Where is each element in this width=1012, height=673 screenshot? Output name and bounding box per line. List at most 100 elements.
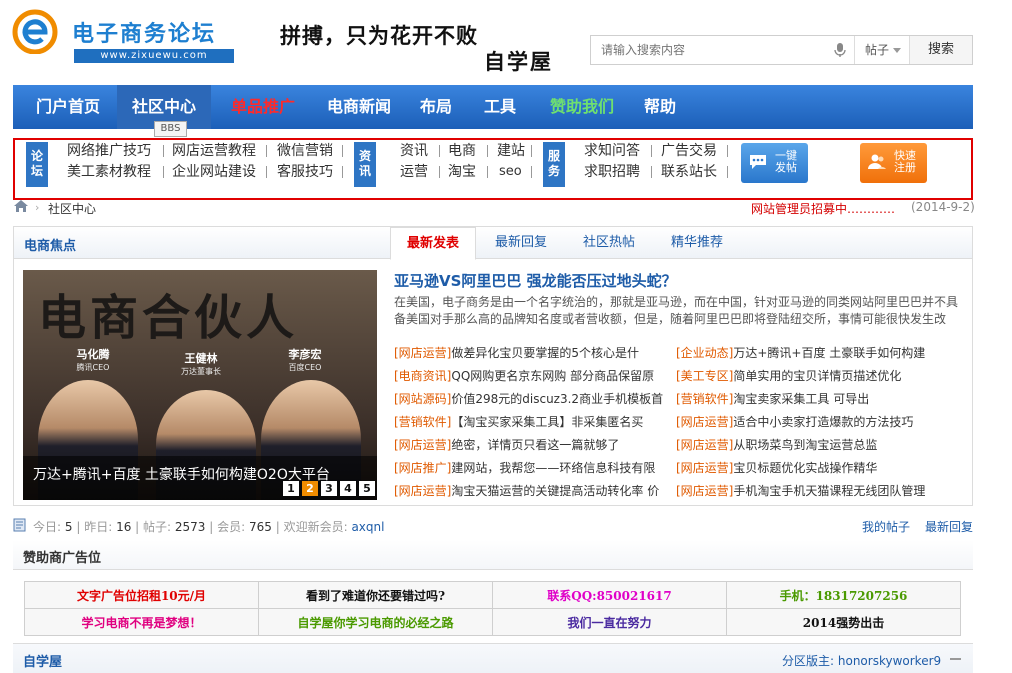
news-category[interactable]: [网店运营] (676, 438, 733, 452)
news-item[interactable]: [电商资讯]QQ网购更名京东网购 部分商品保留原 (394, 368, 654, 384)
news-category[interactable]: [网店运营] (394, 484, 451, 498)
news-title[interactable]: 价值298元的discuz3.2商业手机模板首 (451, 392, 663, 406)
ad-text[interactable]: 联系QQ:850021617 (547, 589, 671, 603)
news-category[interactable]: [网站源码] (394, 392, 451, 406)
tab-latest-replies[interactable]: 最新回复 (478, 227, 564, 260)
slide-page-1[interactable]: 1 (283, 481, 299, 496)
breadcrumb-current[interactable]: 社区中心 (48, 200, 96, 217)
news-category[interactable]: [电商资讯] (394, 369, 451, 383)
news-title[interactable]: 万达+腾讯+百度 土豪联手如何构建 (733, 346, 925, 360)
ad-text[interactable]: 2014强势出击 (803, 616, 884, 630)
news-title[interactable]: 宝贝标题优化实战操作精华 (733, 461, 877, 475)
news-category[interactable]: [网店推广] (394, 461, 451, 475)
search-input[interactable] (591, 36, 831, 64)
nav-item-help[interactable]: 帮助 (633, 85, 687, 129)
quick-link-forum-2[interactable]: 网店运营教程 (172, 143, 256, 159)
ad-text[interactable]: 我们一直在努力 (567, 616, 651, 630)
news-item[interactable]: [企业动态]万达+腾讯+百度 土豪联手如何构建 (676, 345, 925, 361)
quick-link-info-3[interactable]: 建站 (497, 143, 525, 159)
tab-latest-posts[interactable]: 最新发表 (390, 227, 476, 260)
ad-cell[interactable]: 2014强势出击 (726, 608, 961, 636)
news-title[interactable]: 绝密，详情页只看这一篇就够了 (451, 438, 619, 452)
quick-link-service-3[interactable]: 求职招聘 (584, 164, 640, 180)
quick-link-service-2[interactable]: 广告交易 (661, 143, 717, 159)
moderator-link[interactable]: honorskyworker9 (838, 654, 941, 668)
news-item[interactable]: [营销软件]【淘宝买家采集工具】非采集匿名买 (394, 414, 643, 430)
quick-link-info-6[interactable]: seo (499, 164, 522, 180)
ad-cell[interactable]: 学习电商不再是梦想！ (24, 608, 259, 636)
quick-register-button[interactable]: 快速注册 (860, 143, 927, 183)
news-item[interactable]: [网店运营]做差异化宝贝要掌握的5个核心是什 (394, 345, 639, 361)
news-item[interactable]: [网店运营]淘宝天猫运营的关键提高活动转化率 价 (394, 483, 659, 499)
slide-page-5[interactable]: 5 (359, 481, 375, 496)
news-category[interactable]: [网店运营] (676, 461, 733, 475)
news-category[interactable]: [网店运营] (676, 484, 733, 498)
nav-item-layout[interactable]: 布局 (409, 85, 463, 129)
quick-link-forum-3[interactable]: 微信营销 (277, 143, 333, 159)
search-type-select[interactable]: 帖子 (854, 36, 909, 64)
news-category[interactable]: [美工专区] (676, 369, 733, 383)
quick-link-info-4[interactable]: 运营 (400, 164, 428, 180)
collapse-icon[interactable] (950, 658, 961, 660)
home-icon[interactable] (13, 199, 29, 213)
ad-cell[interactable]: 我们一直在努力 (492, 608, 727, 636)
news-item[interactable]: [网店运营]绝密，详情页只看这一篇就够了 (394, 437, 619, 453)
slide-page-3[interactable]: 3 (321, 481, 337, 496)
ad-cell[interactable]: 看到了难道你还要错过吗? (258, 581, 493, 609)
news-item[interactable]: [美工专区]简单实用的宝贝详情页描述优化 (676, 368, 901, 384)
quick-link-forum-6[interactable]: 客服技巧 (277, 164, 333, 180)
news-title[interactable]: 做差异化宝贝要掌握的5个核心是什 (451, 346, 639, 360)
ad-cell[interactable]: 自学屋你学习电商的必经之路 (258, 608, 493, 636)
ad-text[interactable]: 自学屋你学习电商的必经之路 (297, 616, 453, 630)
ad-text[interactable]: 学习电商不再是梦想！ (81, 616, 201, 630)
news-title[interactable]: 淘宝天猫运营的关键提高活动转化率 价 (451, 484, 659, 498)
notice-link[interactable]: 网站管理员招募中………… (751, 200, 895, 217)
news-item[interactable]: [网站源码]价值298元的discuz3.2商业手机模板首 (394, 391, 663, 407)
news-title[interactable]: 从职场菜鸟到淘宝运营总监 (733, 438, 877, 452)
news-item[interactable]: [网店推广]建网站，我帮您——环络信息科技有限 (394, 460, 655, 476)
slide-page-4[interactable]: 4 (340, 481, 356, 496)
nav-item-portal[interactable]: 门户首页 (25, 85, 111, 129)
quick-link-forum-5[interactable]: 企业网站建设 (172, 164, 256, 180)
nav-item-ecom-news[interactable]: 电商新闻 (314, 85, 404, 129)
ad-text[interactable]: 文字广告位招租10元/月 (77, 589, 206, 603)
news-title[interactable]: 淘宝卖家采集工具 可导出 (733, 392, 869, 406)
news-item[interactable]: [营销软件]淘宝卖家采集工具 可导出 (676, 391, 869, 407)
news-category[interactable]: [企业动态] (676, 346, 733, 360)
quick-post-button[interactable]: 一键发帖 (741, 143, 808, 183)
quick-link-info-1[interactable]: 资讯 (400, 143, 428, 159)
microphone-icon[interactable] (833, 42, 847, 58)
news-category[interactable]: [营销软件] (676, 392, 733, 406)
news-item[interactable]: [网店运营]适合中小卖家打造爆款的方法技巧 (676, 414, 913, 430)
tab-featured[interactable]: 精华推荐 (654, 227, 740, 260)
quick-link-service-1[interactable]: 求知问答 (584, 143, 640, 159)
slide-page-2[interactable]: 2 (302, 481, 318, 496)
new-member-link[interactable]: axqnl (351, 520, 384, 534)
nav-item-product-promo[interactable]: 单品推广 (218, 85, 308, 129)
news-item[interactable]: [网店运营]宝贝标题优化实战操作精华 (676, 460, 877, 476)
ad-cell[interactable]: 手机：18317207256 (726, 581, 961, 609)
news-title[interactable]: 适合中小卖家打造爆款的方法技巧 (733, 415, 913, 429)
news-item[interactable]: [网店运营]从职场菜鸟到淘宝运营总监 (676, 437, 877, 453)
nav-item-tools[interactable]: 工具 (473, 85, 527, 129)
news-title[interactable]: 建网站，我帮您——环络信息科技有限 (451, 461, 655, 475)
search-button[interactable]: 搜索 (909, 36, 972, 64)
ad-cell[interactable]: 联系QQ:850021617 (492, 581, 727, 609)
ad-text[interactable]: 手机：18317207256 (780, 589, 908, 603)
latest-reply-link[interactable]: 最新回复 (925, 518, 973, 535)
headline-title[interactable]: 亚马逊VS阿里巴巴 强龙能否压过地头蛇？ (394, 270, 677, 291)
section-name[interactable]: 自学屋 (23, 651, 62, 670)
news-title[interactable]: 【淘宝买家采集工具】非采集匿名买 (451, 415, 643, 429)
tab-hot-threads[interactable]: 社区热帖 (566, 227, 652, 260)
site-logo[interactable]: 电子商务论坛 www.zixuewu.com (12, 6, 242, 66)
quick-link-service-4[interactable]: 联系站长 (661, 164, 717, 180)
ad-text[interactable]: 看到了难道你还要错过吗? (306, 589, 445, 603)
quick-link-info-5[interactable]: 淘宝 (448, 164, 476, 180)
quick-link-forum-1[interactable]: 网络推广技巧 (67, 143, 151, 159)
my-posts-link[interactable]: 我的帖子 (862, 518, 910, 535)
quick-link-forum-4[interactable]: 美工素材教程 (67, 164, 151, 180)
news-category[interactable]: [网店运营] (394, 438, 451, 452)
news-category[interactable]: [网店运营] (394, 346, 451, 360)
news-category[interactable]: [营销软件] (394, 415, 451, 429)
news-category[interactable]: [网店运营] (676, 415, 733, 429)
